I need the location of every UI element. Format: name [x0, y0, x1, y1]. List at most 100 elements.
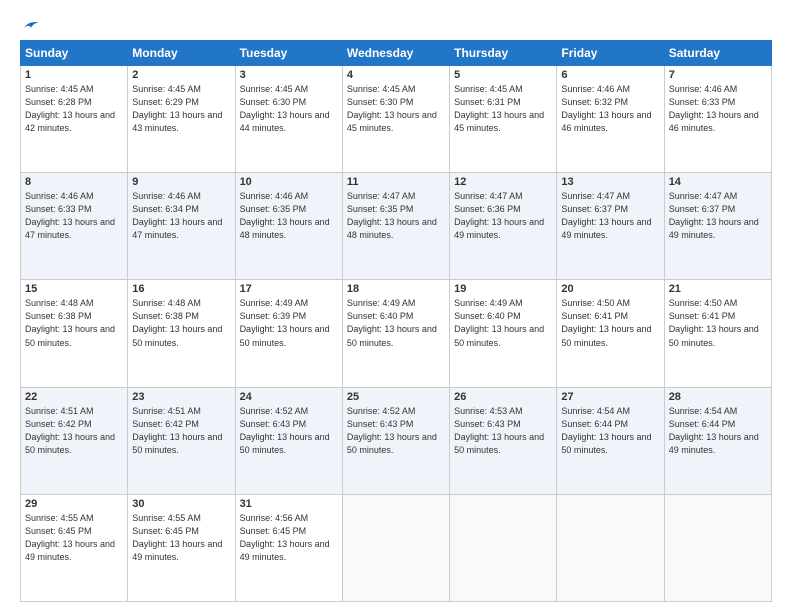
calendar-cell: 29 Sunrise: 4:55 AM Sunset: 6:45 PM Dayl… — [21, 494, 128, 601]
calendar-cell: 11 Sunrise: 4:47 AM Sunset: 6:35 PM Dayl… — [342, 173, 449, 280]
calendar-header-monday: Monday — [128, 41, 235, 66]
calendar-cell: 3 Sunrise: 4:45 AM Sunset: 6:30 PM Dayli… — [235, 66, 342, 173]
day-number: 20 — [561, 283, 659, 295]
calendar-cell — [450, 494, 557, 601]
calendar-week-2: 8 Sunrise: 4:46 AM Sunset: 6:33 PM Dayli… — [21, 173, 772, 280]
calendar-cell: 18 Sunrise: 4:49 AM Sunset: 6:40 PM Dayl… — [342, 280, 449, 387]
calendar-cell: 17 Sunrise: 4:49 AM Sunset: 6:39 PM Dayl… — [235, 280, 342, 387]
day-info: Sunrise: 4:49 AM Sunset: 6:39 PM Dayligh… — [240, 297, 338, 349]
day-number: 27 — [561, 391, 659, 403]
day-info: Sunrise: 4:46 AM Sunset: 6:34 PM Dayligh… — [132, 190, 230, 242]
calendar-cell — [664, 494, 771, 601]
calendar-cell: 13 Sunrise: 4:47 AM Sunset: 6:37 PM Dayl… — [557, 173, 664, 280]
calendar-cell: 27 Sunrise: 4:54 AM Sunset: 6:44 PM Dayl… — [557, 387, 664, 494]
day-info: Sunrise: 4:46 AM Sunset: 6:32 PM Dayligh… — [561, 83, 659, 135]
calendar-cell: 23 Sunrise: 4:51 AM Sunset: 6:42 PM Dayl… — [128, 387, 235, 494]
day-info: Sunrise: 4:53 AM Sunset: 6:43 PM Dayligh… — [454, 405, 552, 457]
calendar-cell: 5 Sunrise: 4:45 AM Sunset: 6:31 PM Dayli… — [450, 66, 557, 173]
calendar-week-1: 1 Sunrise: 4:45 AM Sunset: 6:28 PM Dayli… — [21, 66, 772, 173]
day-number: 13 — [561, 176, 659, 188]
day-info: Sunrise: 4:50 AM Sunset: 6:41 PM Dayligh… — [669, 297, 767, 349]
calendar-header-saturday: Saturday — [664, 41, 771, 66]
day-info: Sunrise: 4:51 AM Sunset: 6:42 PM Dayligh… — [25, 405, 123, 457]
day-info: Sunrise: 4:47 AM Sunset: 6:37 PM Dayligh… — [561, 190, 659, 242]
day-number: 30 — [132, 498, 230, 510]
day-number: 5 — [454, 69, 552, 81]
calendar-cell: 15 Sunrise: 4:48 AM Sunset: 6:38 PM Dayl… — [21, 280, 128, 387]
day-info: Sunrise: 4:45 AM Sunset: 6:30 PM Dayligh… — [347, 83, 445, 135]
day-number: 16 — [132, 283, 230, 295]
day-number: 17 — [240, 283, 338, 295]
day-info: Sunrise: 4:49 AM Sunset: 6:40 PM Dayligh… — [454, 297, 552, 349]
calendar-header-wednesday: Wednesday — [342, 41, 449, 66]
day-info: Sunrise: 4:45 AM Sunset: 6:30 PM Dayligh… — [240, 83, 338, 135]
calendar-header-thursday: Thursday — [450, 41, 557, 66]
day-info: Sunrise: 4:46 AM Sunset: 6:35 PM Dayligh… — [240, 190, 338, 242]
calendar-header-friday: Friday — [557, 41, 664, 66]
day-number: 18 — [347, 283, 445, 295]
calendar-week-5: 29 Sunrise: 4:55 AM Sunset: 6:45 PM Dayl… — [21, 494, 772, 601]
calendar-cell: 9 Sunrise: 4:46 AM Sunset: 6:34 PM Dayli… — [128, 173, 235, 280]
day-number: 15 — [25, 283, 123, 295]
calendar-header-row: SundayMondayTuesdayWednesdayThursdayFrid… — [21, 41, 772, 66]
calendar-table: SundayMondayTuesdayWednesdayThursdayFrid… — [20, 40, 772, 602]
logo-bird-icon — [22, 18, 40, 32]
day-number: 14 — [669, 176, 767, 188]
calendar-cell: 6 Sunrise: 4:46 AM Sunset: 6:32 PM Dayli… — [557, 66, 664, 173]
page: SundayMondayTuesdayWednesdayThursdayFrid… — [0, 0, 792, 612]
calendar-cell: 21 Sunrise: 4:50 AM Sunset: 6:41 PM Dayl… — [664, 280, 771, 387]
calendar-week-4: 22 Sunrise: 4:51 AM Sunset: 6:42 PM Dayl… — [21, 387, 772, 494]
day-number: 3 — [240, 69, 338, 81]
calendar-cell: 2 Sunrise: 4:45 AM Sunset: 6:29 PM Dayli… — [128, 66, 235, 173]
day-number: 28 — [669, 391, 767, 403]
day-number: 29 — [25, 498, 123, 510]
calendar-cell: 24 Sunrise: 4:52 AM Sunset: 6:43 PM Dayl… — [235, 387, 342, 494]
header — [20, 18, 772, 32]
day-number: 22 — [25, 391, 123, 403]
calendar-cell: 14 Sunrise: 4:47 AM Sunset: 6:37 PM Dayl… — [664, 173, 771, 280]
calendar-cell: 10 Sunrise: 4:46 AM Sunset: 6:35 PM Dayl… — [235, 173, 342, 280]
calendar-cell: 25 Sunrise: 4:52 AM Sunset: 6:43 PM Dayl… — [342, 387, 449, 494]
calendar-cell: 7 Sunrise: 4:46 AM Sunset: 6:33 PM Dayli… — [664, 66, 771, 173]
calendar-cell — [342, 494, 449, 601]
calendar-cell: 31 Sunrise: 4:56 AM Sunset: 6:45 PM Dayl… — [235, 494, 342, 601]
day-info: Sunrise: 4:52 AM Sunset: 6:43 PM Dayligh… — [347, 405, 445, 457]
calendar-cell: 28 Sunrise: 4:54 AM Sunset: 6:44 PM Dayl… — [664, 387, 771, 494]
day-number: 21 — [669, 283, 767, 295]
day-number: 4 — [347, 69, 445, 81]
day-number: 11 — [347, 176, 445, 188]
day-number: 19 — [454, 283, 552, 295]
day-info: Sunrise: 4:47 AM Sunset: 6:36 PM Dayligh… — [454, 190, 552, 242]
day-number: 26 — [454, 391, 552, 403]
day-info: Sunrise: 4:52 AM Sunset: 6:43 PM Dayligh… — [240, 405, 338, 457]
day-number: 10 — [240, 176, 338, 188]
day-number: 9 — [132, 176, 230, 188]
day-number: 24 — [240, 391, 338, 403]
day-info: Sunrise: 4:45 AM Sunset: 6:31 PM Dayligh… — [454, 83, 552, 135]
day-info: Sunrise: 4:51 AM Sunset: 6:42 PM Dayligh… — [132, 405, 230, 457]
day-info: Sunrise: 4:54 AM Sunset: 6:44 PM Dayligh… — [561, 405, 659, 457]
calendar-cell: 8 Sunrise: 4:46 AM Sunset: 6:33 PM Dayli… — [21, 173, 128, 280]
calendar-header-tuesday: Tuesday — [235, 41, 342, 66]
day-info: Sunrise: 4:45 AM Sunset: 6:29 PM Dayligh… — [132, 83, 230, 135]
logo — [20, 18, 40, 32]
day-number: 25 — [347, 391, 445, 403]
calendar-week-3: 15 Sunrise: 4:48 AM Sunset: 6:38 PM Dayl… — [21, 280, 772, 387]
calendar-cell — [557, 494, 664, 601]
calendar-cell: 20 Sunrise: 4:50 AM Sunset: 6:41 PM Dayl… — [557, 280, 664, 387]
day-info: Sunrise: 4:49 AM Sunset: 6:40 PM Dayligh… — [347, 297, 445, 349]
calendar-cell: 22 Sunrise: 4:51 AM Sunset: 6:42 PM Dayl… — [21, 387, 128, 494]
calendar-cell: 26 Sunrise: 4:53 AM Sunset: 6:43 PM Dayl… — [450, 387, 557, 494]
calendar-cell: 1 Sunrise: 4:45 AM Sunset: 6:28 PM Dayli… — [21, 66, 128, 173]
day-number: 6 — [561, 69, 659, 81]
calendar-cell: 16 Sunrise: 4:48 AM Sunset: 6:38 PM Dayl… — [128, 280, 235, 387]
day-info: Sunrise: 4:48 AM Sunset: 6:38 PM Dayligh… — [132, 297, 230, 349]
day-info: Sunrise: 4:47 AM Sunset: 6:37 PM Dayligh… — [669, 190, 767, 242]
calendar-cell: 19 Sunrise: 4:49 AM Sunset: 6:40 PM Dayl… — [450, 280, 557, 387]
day-info: Sunrise: 4:48 AM Sunset: 6:38 PM Dayligh… — [25, 297, 123, 349]
day-info: Sunrise: 4:47 AM Sunset: 6:35 PM Dayligh… — [347, 190, 445, 242]
day-number: 23 — [132, 391, 230, 403]
day-number: 8 — [25, 176, 123, 188]
calendar-cell: 4 Sunrise: 4:45 AM Sunset: 6:30 PM Dayli… — [342, 66, 449, 173]
day-number: 31 — [240, 498, 338, 510]
